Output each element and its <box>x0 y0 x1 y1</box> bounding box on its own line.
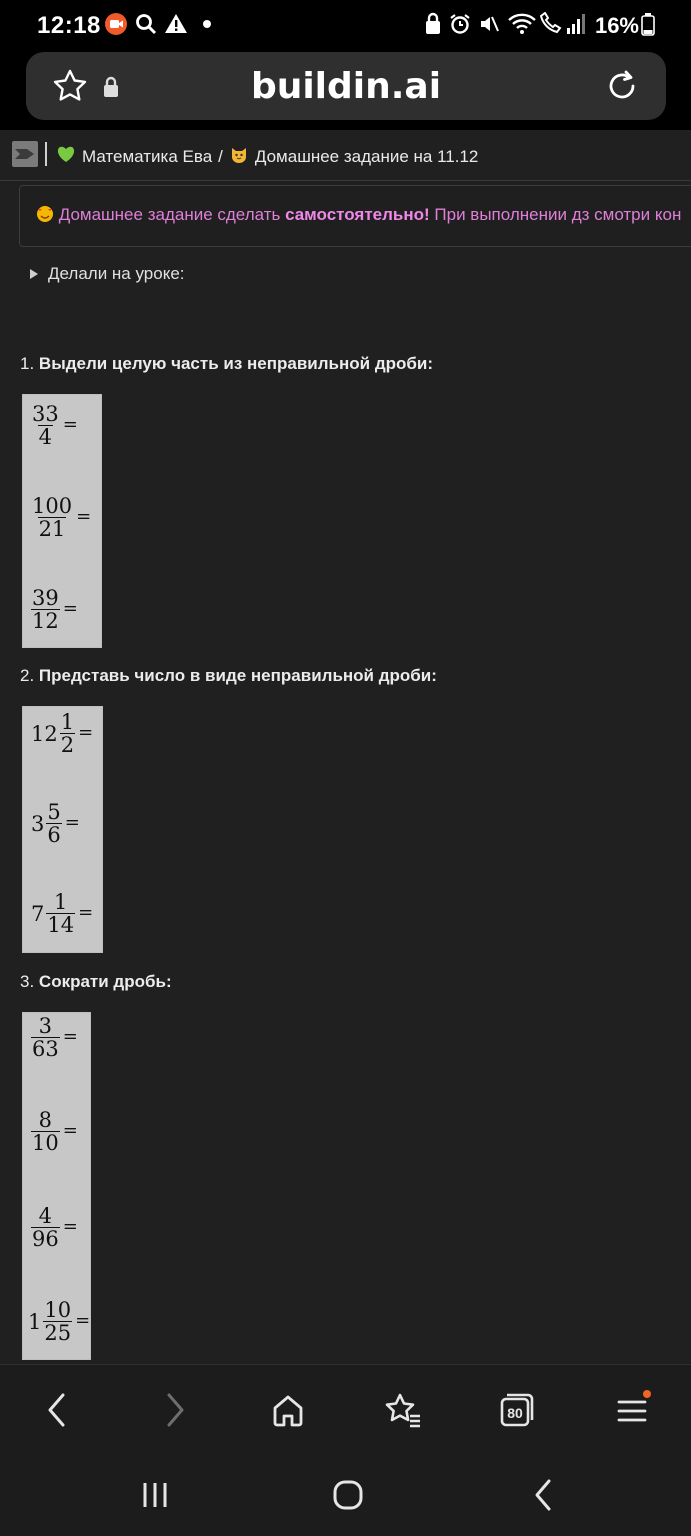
battery-icon <box>641 10 655 38</box>
warning-icon <box>164 10 188 38</box>
battery-level: 16% <box>594 13 639 38</box>
tabs-count: 80 <box>507 1405 523 1421</box>
breadcrumb-workspace[interactable]: Математика Ева <box>82 147 212 167</box>
menu-icon[interactable] <box>608 1385 658 1435</box>
tabs-icon[interactable]: 80 <box>492 1385 542 1435</box>
home-icon[interactable] <box>263 1385 313 1435</box>
recent-apps-icon[interactable] <box>130 1470 180 1520</box>
dot-icon <box>202 10 212 38</box>
callout-block: Домашнее задание сделать самостоятельно!… <box>19 185 691 247</box>
mixed-number-item: 12 1 2 = <box>31 710 94 758</box>
math-block-3[interactable]: 3 63 = 8 10 = 4 96 = 1 10 25 = <box>22 1012 91 1360</box>
callout-text: Домашнее задание сделать самостоятельно!… <box>36 205 681 225</box>
forward-icon[interactable] <box>150 1385 200 1435</box>
green-heart-icon <box>56 145 76 168</box>
home-circle-icon[interactable] <box>323 1470 373 1520</box>
task-title: Представь число в виде неправильной дроб… <box>38 666 437 685</box>
screen-record-icon <box>104 10 128 38</box>
system-back-icon[interactable] <box>518 1470 568 1520</box>
mixed-number-item: 3 5 6 = <box>31 800 80 848</box>
signal-icon <box>566 10 586 38</box>
mixed-number-item: 1 10 25 = <box>28 1298 91 1346</box>
browser-toolbar: buildin.ai <box>0 50 691 130</box>
task-number: 2. <box>20 666 35 685</box>
callout-text-part1: Домашнее задание сделать <box>58 205 286 224</box>
math-block-1[interactable]: 33 4 = 100 21 = 39 12 = <box>22 394 102 648</box>
breadcrumb: Математика Ева / Домашнее задание на 11.… <box>0 130 691 181</box>
task-title: Сократи дробь: <box>38 972 172 991</box>
system-nav-bar <box>0 1454 691 1536</box>
bookmarks-icon[interactable] <box>378 1385 428 1435</box>
status-time: 12:18 <box>37 12 101 39</box>
status-bar: 12:18 16% <box>0 0 691 50</box>
fraction-item: 8 10 = <box>31 1108 78 1156</box>
fraction-item: 39 12 = <box>31 586 78 634</box>
task-number: 3. <box>20 972 35 991</box>
browser-bottom-nav: 80 <box>0 1364 691 1455</box>
cat-icon <box>229 144 249 169</box>
lock-icon <box>424 10 442 38</box>
wifi-call-icon <box>537 10 565 38</box>
address-bar[interactable]: buildin.ai <box>26 52 666 120</box>
smiling-hearts-icon <box>36 205 59 224</box>
fraction-item: 100 21 = <box>32 494 92 542</box>
fraction-item: 4 96 = <box>31 1204 78 1252</box>
task-heading-2: 2. Представь число в виде неправильной д… <box>20 666 437 686</box>
task-number: 1. <box>20 354 35 373</box>
alarm-icon <box>449 10 471 38</box>
mixed-number-item: 7 1 14 = <box>31 890 94 938</box>
toggle-label: Делали на уроке: <box>48 264 185 283</box>
reload-icon[interactable] <box>604 68 640 109</box>
search-icon <box>134 10 158 38</box>
breadcrumb-separator: / <box>218 146 223 166</box>
mute-icon <box>478 10 500 38</box>
url-text[interactable]: buildin.ai <box>26 66 666 107</box>
task-heading-1: 1. Выдели целую часть из неправильной др… <box>20 354 433 374</box>
triangle-right-icon[interactable] <box>30 264 38 284</box>
wifi-icon <box>507 10 537 38</box>
back-icon[interactable] <box>32 1385 82 1435</box>
breadcrumb-divider <box>45 142 47 166</box>
callout-text-bold: самостоятельно! <box>285 205 430 224</box>
breadcrumb-path: Математика Ева / Домашнее задание на 11.… <box>56 144 478 169</box>
fraction-item: 3 63 = <box>31 1014 78 1062</box>
callout-text-part2: При выполнении дз смотри кон <box>429 205 682 224</box>
fraction-item: 33 4 = <box>32 402 78 450</box>
math-block-2[interactable]: 12 1 2 = 3 5 6 = 7 1 14 = <box>22 706 103 953</box>
notification-dot <box>643 1390 651 1398</box>
task-heading-3: 3. Сократи дробь: <box>20 972 172 992</box>
breadcrumb-page[interactable]: Домашнее задание на 11.12 <box>255 147 479 167</box>
toggle-block[interactable]: Делали на уроке: <box>30 264 185 284</box>
sidebar-toggle-icon[interactable] <box>12 141 38 167</box>
task-title: Выдели целую часть из неправильной дроби… <box>38 354 433 373</box>
